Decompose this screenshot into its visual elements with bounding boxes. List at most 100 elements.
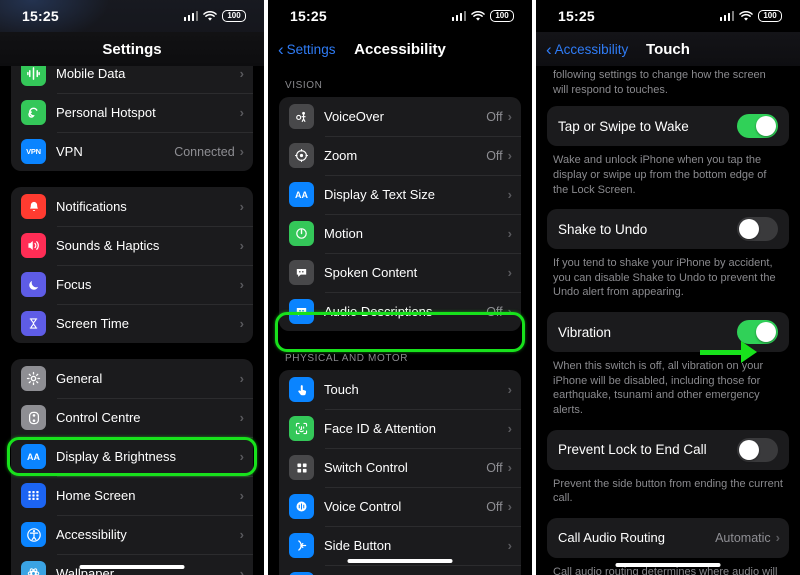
vibration-toggle[interactable] xyxy=(737,320,778,344)
accessibility-row-audio-descriptions[interactable]: Audio Descriptions Off › xyxy=(279,292,521,331)
back-button-accessibility[interactable]: ‹ Accessibility xyxy=(546,41,628,58)
chevron-right-icon: › xyxy=(239,488,244,503)
row-value: Off xyxy=(486,148,503,163)
accessibility-row-voiceover[interactable]: VoiceOver Off › xyxy=(279,97,521,136)
row-label: Display & Text Size xyxy=(324,187,436,202)
settings-row-focus[interactable]: Focus › xyxy=(11,265,253,304)
row-label: Control Centre xyxy=(56,410,141,425)
touch-row-call-audio-routing[interactable]: Call Audio Routing Automatic › xyxy=(547,517,789,558)
battery-indicator: 100 xyxy=(490,10,514,22)
row-label: Sounds & Haptics xyxy=(56,238,160,253)
toggle-knob xyxy=(739,219,759,240)
settings-row-general[interactable]: General › xyxy=(11,359,253,398)
row-value: Off xyxy=(486,460,503,475)
accessibility-row-motion[interactable]: Motion › xyxy=(279,214,521,253)
settings-row-notifications[interactable]: Notifications › xyxy=(11,187,253,226)
settings-title-bar: Settings xyxy=(0,32,264,66)
general-gear-icon xyxy=(21,366,46,391)
wifi-icon xyxy=(739,10,753,22)
settings-group-network: Mobile Data › Personal Hotspot › VPN VPN… xyxy=(11,54,253,171)
cellular-signal-icon xyxy=(719,11,734,21)
focus-moon-icon xyxy=(21,272,46,297)
accessibility-row-zoom[interactable]: Zoom Off › xyxy=(279,136,521,175)
chevron-right-icon: › xyxy=(239,66,244,81)
row-value: Off xyxy=(486,109,503,124)
settings-row-control-centre[interactable]: Control Centre › xyxy=(11,398,253,437)
zoom-icon xyxy=(289,143,314,168)
accessibility-row-switch-control[interactable]: Switch Control Off › xyxy=(279,448,521,487)
chevron-right-icon: › xyxy=(239,105,244,120)
chevron-right-icon: › xyxy=(239,238,244,253)
row-label: Shake to Undo xyxy=(558,221,648,237)
shake-to-undo-toggle[interactable] xyxy=(737,217,778,242)
accessibility-group-physical: Touch › Face ID & Attention › Switch Con… xyxy=(279,370,521,575)
status-indicators: 100 xyxy=(451,10,514,22)
touch-row-shake-to-undo[interactable]: Shake to Undo xyxy=(547,209,789,250)
row-value: Connected xyxy=(174,144,235,159)
chevron-right-icon: › xyxy=(507,265,512,280)
row-label: Touch xyxy=(324,382,359,397)
row-label: Spoken Content xyxy=(324,265,418,280)
back-label: Settings xyxy=(286,41,336,57)
prevent-lock-to-end-call-toggle[interactable] xyxy=(737,437,778,462)
voiceover-icon xyxy=(289,104,314,129)
settings-group-alerts: Notifications › Sounds & Haptics › Focus… xyxy=(11,187,253,343)
accessibility-row-touch[interactable]: Touch › xyxy=(279,370,521,409)
touch-row-tap-or-swipe-to-wake[interactable]: Tap or Swipe to Wake xyxy=(547,106,789,147)
battery-indicator: 100 xyxy=(758,10,782,22)
row-label: Prevent Lock to End Call xyxy=(558,442,707,457)
touch-row-vibration[interactable]: Vibration xyxy=(547,312,789,352)
row-label: Motion xyxy=(324,226,364,241)
accessibility-settings-panel: 15:25 100 ‹ Settings Accessibility VISIO… xyxy=(268,0,532,575)
settings-row-personal-hotspot[interactable]: Personal Hotspot › xyxy=(11,93,253,132)
chevron-right-icon: › xyxy=(239,449,244,464)
status-time: 15:25 xyxy=(22,8,59,24)
row-label: Zoom xyxy=(324,148,358,163)
row-label: Home Screen xyxy=(56,488,136,503)
back-label: Accessibility xyxy=(554,41,629,57)
row-label: Audio Descriptions xyxy=(324,304,433,319)
side-button-icon xyxy=(289,533,314,558)
intro-note: following settings to change how the scr… xyxy=(553,69,766,96)
audio-descriptions-icon xyxy=(289,299,314,324)
settings-group-system: General › Control Centre › AA Display & … xyxy=(11,359,253,575)
screen-time-hourglass-icon xyxy=(21,311,46,336)
settings-row-accessibility[interactable]: Accessibility › xyxy=(11,515,253,554)
row-label: Vibration xyxy=(558,324,612,340)
settings-row-screen-time[interactable]: Screen Time › xyxy=(11,304,253,343)
cellular-signal-icon xyxy=(451,11,466,21)
row-label: Notifications xyxy=(56,199,127,214)
row-label: Call Audio Routing xyxy=(558,530,665,546)
accessibility-row-spoken-content[interactable]: Spoken Content › xyxy=(279,253,521,292)
accessibility-row-face-id-attention[interactable]: Face ID & Attention › xyxy=(279,409,521,448)
battery-indicator: 100 xyxy=(222,10,246,22)
wifi-icon xyxy=(203,10,217,22)
display-text-size-icon: AA xyxy=(289,182,314,207)
back-button-settings[interactable]: ‹ Settings xyxy=(278,41,335,58)
row-label: VPN xyxy=(56,144,83,159)
chevron-right-icon: › xyxy=(507,148,512,163)
tap-or-swipe-to-wake-toggle[interactable] xyxy=(737,114,778,139)
settings-row-display-brightness[interactable]: AA Display & Brightness › xyxy=(11,437,253,476)
chevron-left-icon: ‹ xyxy=(546,39,552,59)
chevron-right-icon: › xyxy=(507,226,512,241)
settings-row-sounds-haptics[interactable]: Sounds & Haptics › xyxy=(11,226,253,265)
chevron-right-icon: › xyxy=(239,277,244,292)
row-label: General xyxy=(56,371,103,386)
settings-row-vpn[interactable]: VPN VPN Connected › xyxy=(11,132,253,171)
row-label: Accessibility xyxy=(56,527,127,542)
chevron-right-icon: › xyxy=(507,460,512,475)
accessibility-row-voice-control[interactable]: Voice Control Off › xyxy=(279,487,521,526)
chevron-right-icon: › xyxy=(239,566,244,575)
touch-row-prevent-lock-to-end-call[interactable]: Prevent Lock to End Call xyxy=(547,429,789,470)
row-value: Off xyxy=(486,304,503,319)
note-prevent-lock-to-end-call: Prevent the side button from ending the … xyxy=(553,477,783,505)
control-centre-icon xyxy=(21,405,46,430)
accessibility-row-apple-watch-mirroring[interactable]: Apple Watch Mirroring › xyxy=(279,565,521,575)
face-id-attention-icon xyxy=(289,416,314,441)
accessibility-row-display-text-size[interactable]: AA Display & Text Size › xyxy=(279,175,521,214)
note-shake-to-undo: If you tend to shake your iPhone by acci… xyxy=(553,257,776,299)
row-label: VoiceOver xyxy=(324,109,384,124)
row-label: Screen Time xyxy=(56,316,129,331)
settings-row-home-screen[interactable]: Home Screen › xyxy=(11,476,253,515)
